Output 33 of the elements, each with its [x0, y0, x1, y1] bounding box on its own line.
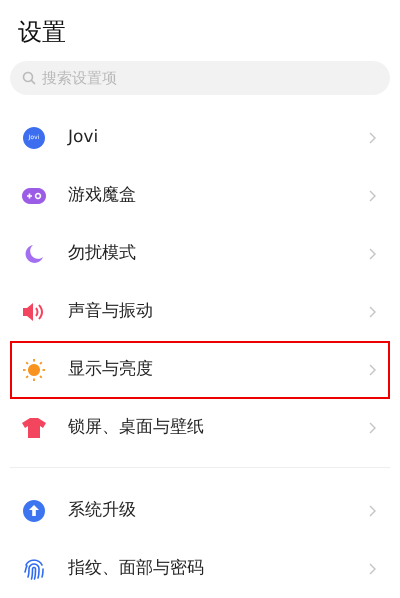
gamepad-icon	[22, 188, 46, 204]
shirt-icon	[22, 418, 46, 438]
sun-icon	[22, 358, 46, 382]
chevron-icon	[369, 505, 376, 517]
search-field[interactable]: 搜索设置项	[10, 61, 390, 96]
fingerprint-icon	[23, 557, 45, 581]
item-label: 系统升级	[68, 499, 137, 522]
settings-item[interactable]: 勿扰模式	[10, 225, 390, 283]
chevron-icon	[369, 563, 376, 575]
settings-item[interactable]: 游戏魔盒	[10, 167, 390, 225]
speaker-icon	[22, 302, 46, 322]
settings-item[interactable]: 指纹、面部与密码	[10, 540, 390, 598]
chevron-icon	[369, 190, 376, 202]
item-label: 显示与亮度	[68, 358, 154, 382]
settings-item[interactable]: 显示与亮度	[10, 341, 390, 399]
item-label: 勿扰模式	[68, 242, 137, 266]
item-label: 指纹、面部与密码	[68, 557, 205, 580]
chevron-icon	[369, 306, 376, 318]
page-title: 设置	[17, 17, 67, 48]
item-label: 锁屏、桌面与壁纸	[68, 416, 205, 440]
settings-item[interactable]: 锁屏、桌面与壁纸	[10, 399, 390, 457]
moon-icon	[24, 244, 44, 264]
chevron-icon	[369, 364, 376, 376]
settings-item[interactable]: 系统升级	[10, 482, 390, 540]
chevron-icon	[369, 422, 376, 434]
settings-item[interactable]: 声音与振动	[10, 283, 390, 341]
item-label: 声音与振动	[68, 300, 154, 324]
item-label: Jovi	[68, 126, 100, 150]
chevron-icon	[369, 132, 376, 144]
item-label: 游戏魔盒	[68, 184, 137, 208]
search-icon	[22, 71, 36, 86]
chevron-icon	[369, 248, 376, 260]
search-input[interactable]: 搜索设置项	[42, 66, 378, 90]
